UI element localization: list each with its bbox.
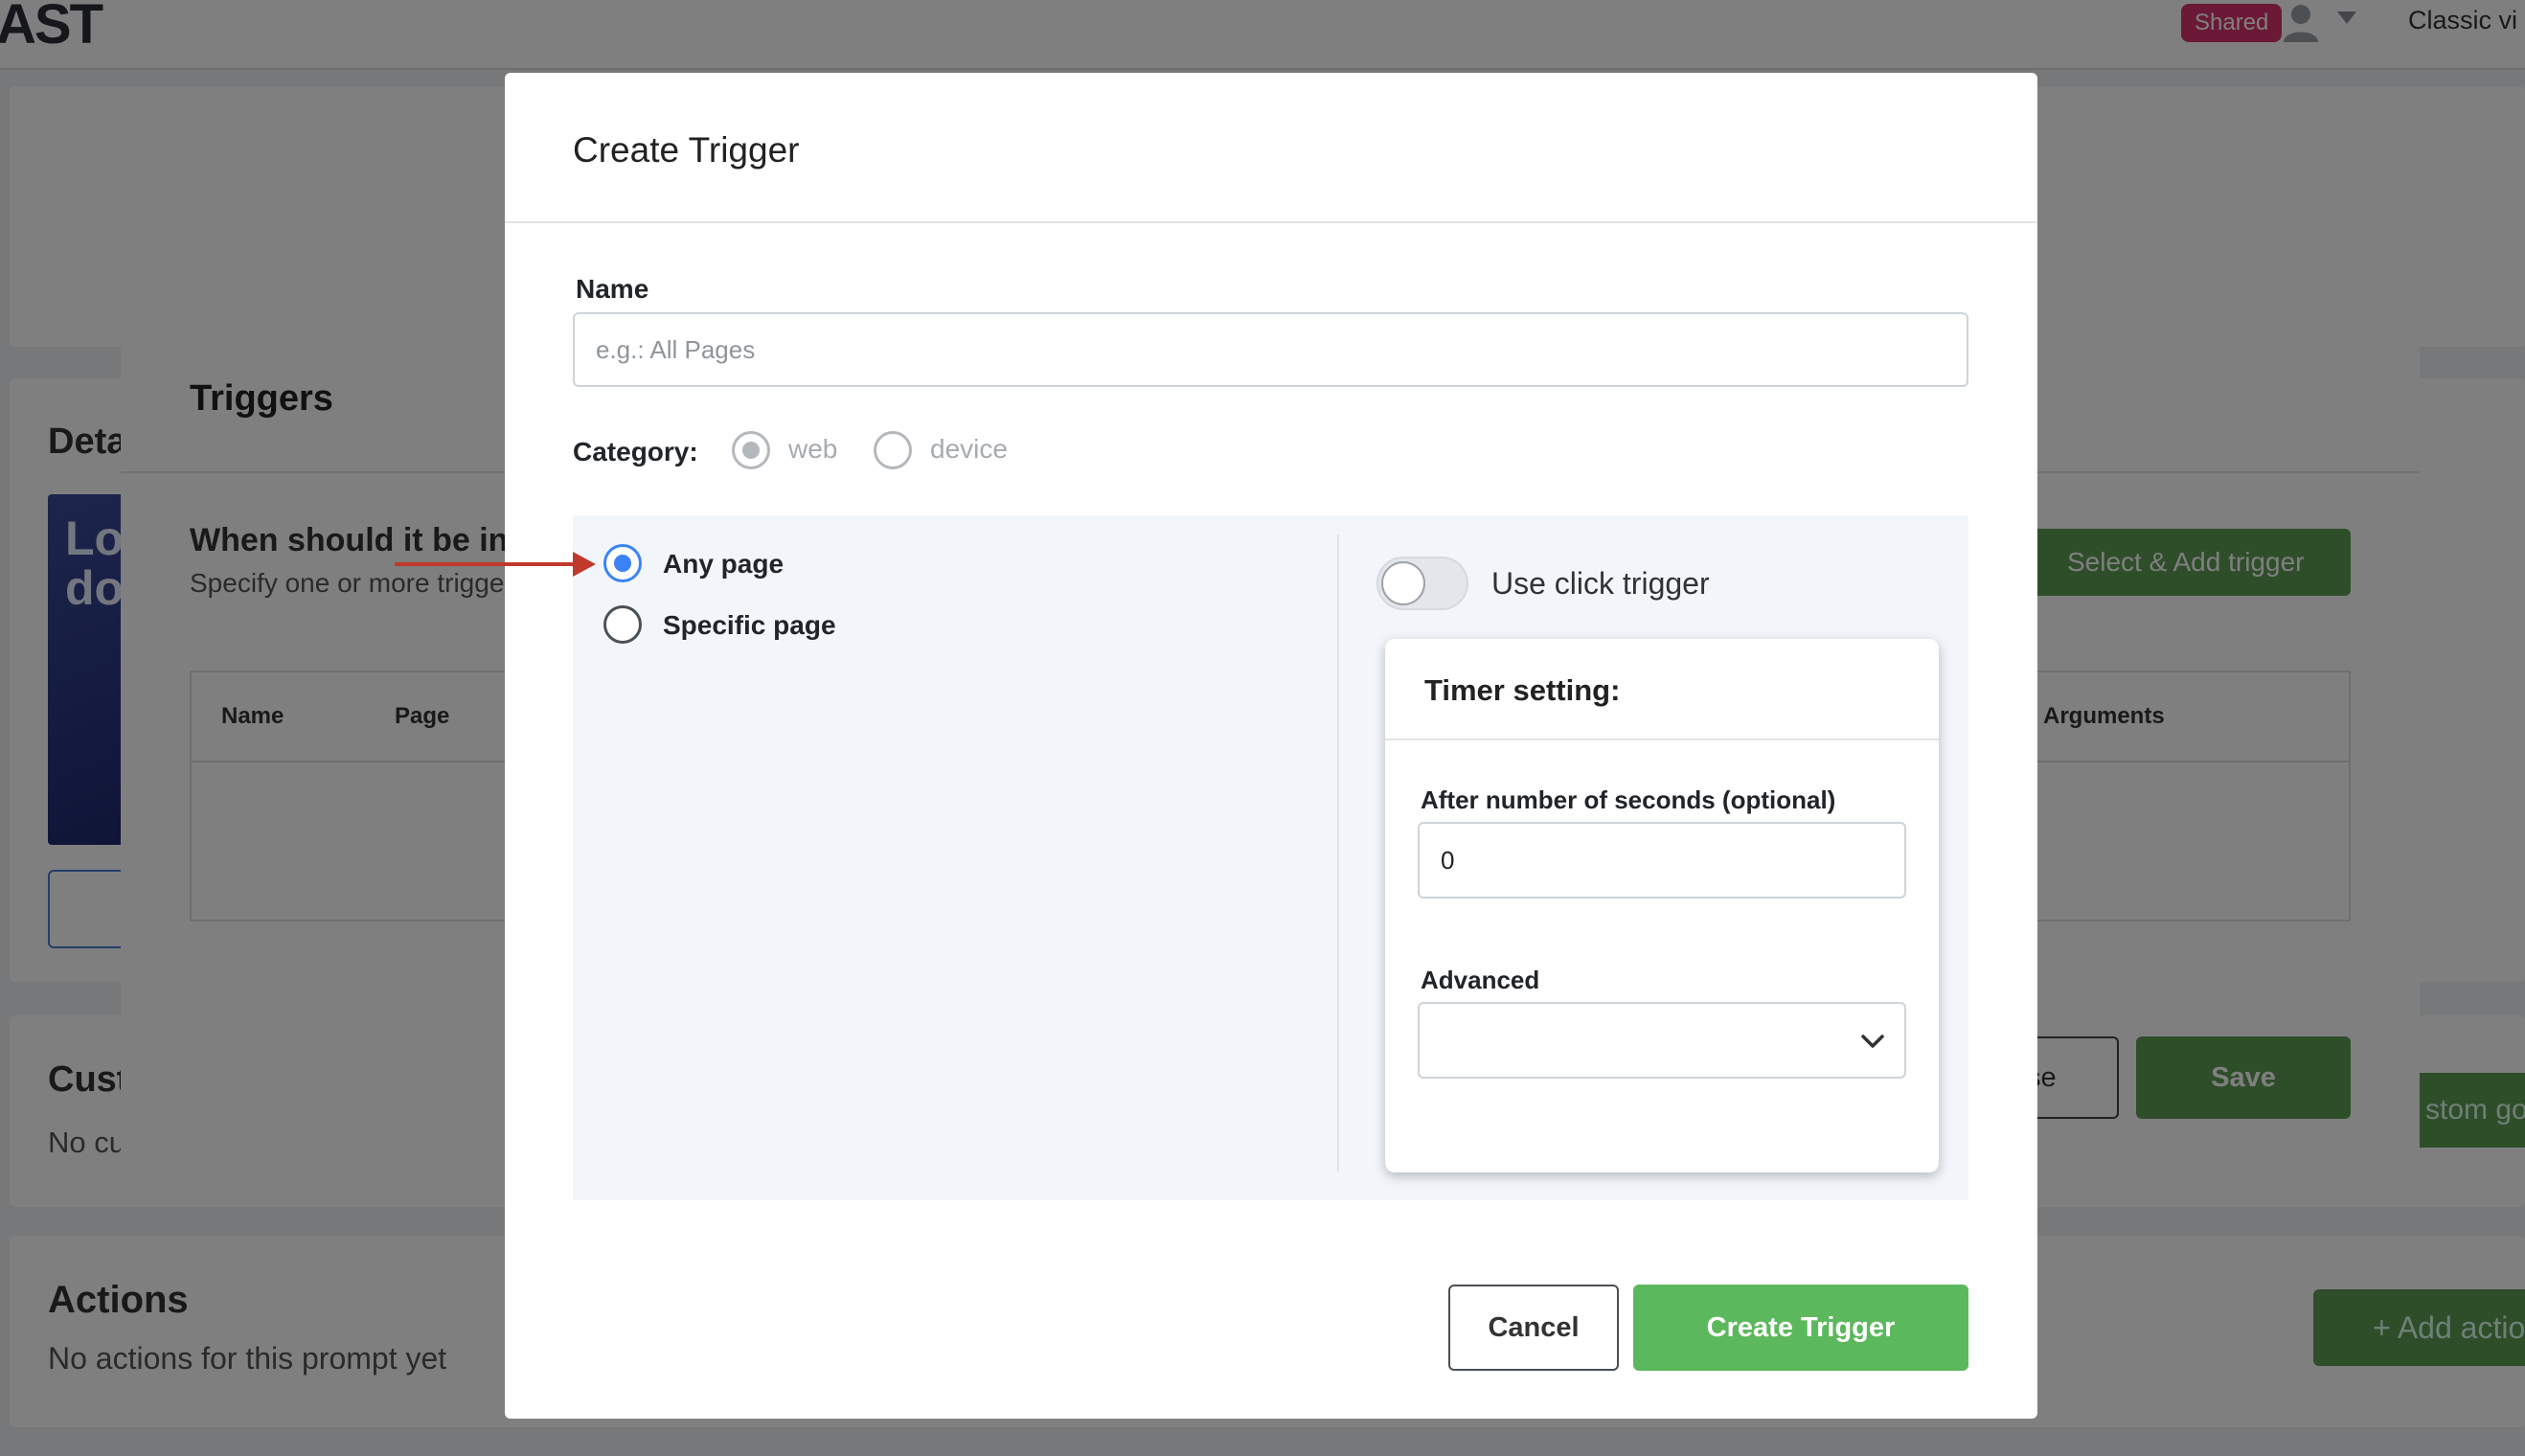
name-input[interactable] [573, 312, 1968, 387]
cancel-button[interactable]: Cancel [1448, 1285, 1619, 1371]
create-trigger-button[interactable]: Create Trigger [1633, 1285, 1968, 1371]
specific-page-radio[interactable] [603, 605, 642, 644]
any-page-radio[interactable] [603, 544, 642, 582]
timer-setting-title: Timer setting: [1424, 673, 1621, 707]
seconds-input[interactable] [1418, 822, 1906, 899]
radio-selected-dot [614, 555, 631, 572]
category-label: Category: [573, 437, 698, 466]
category-web-label: web [788, 434, 838, 464]
advanced-label: Advanced [1421, 966, 1540, 994]
click-trigger-label: Use click trigger [1491, 566, 1710, 601]
toggle-knob [1381, 561, 1425, 605]
category-device-radio[interactable] [874, 431, 912, 469]
specific-page-label: Specific page [663, 610, 836, 640]
seconds-label: After number of seconds (optional) [1421, 785, 1836, 814]
chevron-down-icon [1861, 1035, 1884, 1048]
any-page-label: Any page [663, 549, 785, 579]
dialog-header-divider [505, 221, 2037, 223]
timer-card-divider [1385, 739, 1939, 740]
category-device-label: device [930, 434, 1008, 464]
dialog-title: Create Trigger [573, 130, 800, 170]
timer-setting-card [1385, 639, 1939, 1172]
annotation-arrow-shaft [395, 562, 577, 566]
name-label: Name [576, 274, 649, 304]
annotation-arrow-head-icon [573, 552, 596, 577]
advanced-select[interactable] [1418, 1002, 1906, 1079]
click-trigger-toggle[interactable] [1376, 557, 1468, 610]
category-web-radio[interactable] [732, 431, 770, 469]
panel-divider [1337, 535, 1339, 1172]
radio-selected-dot [742, 442, 760, 459]
